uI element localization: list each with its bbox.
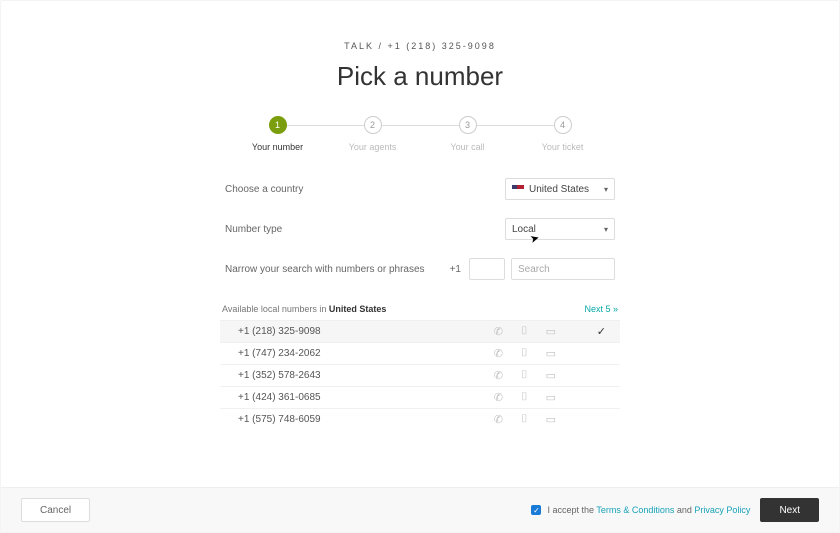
number-row[interactable]: +1 (352) 578-2643✆ ⌷ ▭ (220, 364, 620, 386)
chevron-down-icon: ▾ (604, 225, 608, 234)
voice-icon: ✆ (494, 369, 503, 382)
fax-icon: ▭ (546, 413, 556, 426)
number-row[interactable]: +1 (747) 234-2062✆ ⌷ ▭ (220, 342, 620, 364)
country-select[interactable]: United States ▾ (505, 178, 615, 200)
terms-link[interactable]: Terms & Conditions (596, 505, 674, 515)
number-row[interactable]: +1 (575) 748-6059✆ ⌷ ▭ (220, 408, 620, 430)
phone-number: +1 (424) 361-0685 (238, 392, 494, 403)
phone-number: +1 (575) 748-6059 (238, 414, 494, 425)
phone-number: +1 (218) 325-9098 (238, 326, 494, 337)
fax-icon: ▭ (546, 325, 556, 338)
step-1: 1 Your number (230, 116, 325, 152)
fax-icon: ▭ (546, 369, 556, 382)
accept-text: I accept the Terms & Conditions and Priv… (547, 505, 750, 515)
page-title: Pick a number (1, 61, 839, 92)
country-code-prefix: +1 (450, 264, 461, 275)
cancel-button[interactable]: Cancel (21, 498, 90, 522)
voice-icon: ✆ (494, 413, 503, 426)
fax-icon: ▭ (546, 391, 556, 404)
step-circle: 3 (459, 116, 477, 134)
sms-icon: ⌷ (521, 413, 528, 426)
sms-icon: ⌷ (521, 369, 528, 382)
step-label: Your agents (349, 142, 397, 152)
next-button[interactable]: Next (760, 498, 819, 522)
narrow-search-label: Narrow your search with numbers or phras… (225, 264, 450, 275)
area-code-input[interactable] (469, 258, 505, 280)
step-circle: 2 (364, 116, 382, 134)
flag-us-icon (512, 185, 524, 193)
chevron-down-icon: ▾ (604, 185, 608, 194)
step-label: Your call (450, 142, 484, 152)
voice-icon: ✆ (494, 347, 503, 360)
number-row[interactable]: +1 (218) 325-9098✆ ⌷ ▭✓ (220, 320, 620, 342)
progress-stepper: 1 Your number 2 Your agents 3 Your call 4 Your … (230, 116, 610, 152)
step-4: 4 Your ticket (515, 116, 610, 152)
search-input[interactable] (511, 258, 615, 280)
fax-icon: ▭ (546, 347, 556, 360)
country-value: United States (529, 184, 589, 195)
phone-number: +1 (747) 234-2062 (238, 348, 494, 359)
terms-checkbox[interactable]: ✓ (531, 505, 541, 515)
step-circle: 4 (554, 116, 572, 134)
voice-icon: ✆ (494, 325, 503, 338)
step-label: Your ticket (542, 142, 584, 152)
sms-icon: ⌷ (521, 347, 528, 360)
step-circle: 1 (269, 116, 287, 134)
voice-icon: ✆ (494, 391, 503, 404)
selected-check-icon: ✓ (556, 325, 606, 338)
step-3: 3 Your call (420, 116, 515, 152)
number-row[interactable]: +1 (424) 361-0685✆ ⌷ ▭ (220, 386, 620, 408)
sms-icon: ⌷ (521, 325, 528, 338)
breadcrumb: TALK / +1 (218) 325-9098 (1, 41, 839, 51)
country-label: Choose a country (225, 184, 505, 195)
number-type-label: Number type (225, 224, 505, 235)
step-2: 2 Your agents (325, 116, 420, 152)
phone-number: +1 (352) 578-2643 (238, 370, 494, 381)
next-page-link[interactable]: Next 5 » (584, 304, 618, 314)
sms-icon: ⌷ (521, 391, 528, 404)
available-numbers-label: Available local numbers in United States (222, 304, 386, 314)
step-label: Your number (252, 142, 303, 152)
number-type-value: Local (512, 224, 536, 235)
number-type-select[interactable]: Local ▾ (505, 218, 615, 240)
privacy-link[interactable]: Privacy Policy (694, 505, 750, 515)
